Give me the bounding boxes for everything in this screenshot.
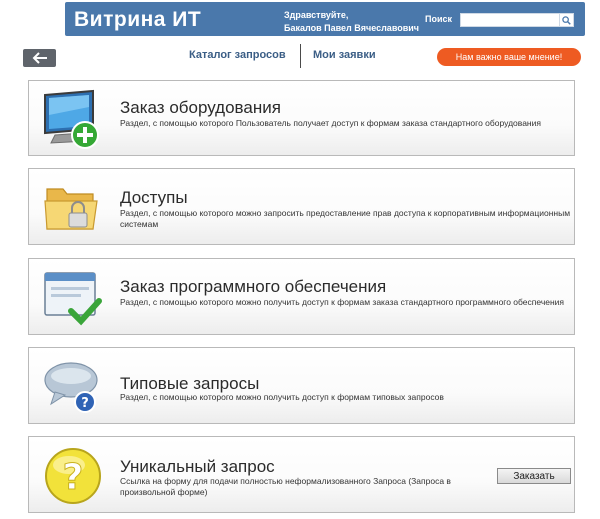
card-software[interactable]: Заказ программного обеспечения Раздел, с… (28, 258, 575, 335)
back-button[interactable] (23, 49, 56, 67)
monitor-plus-icon (41, 89, 105, 156)
card-title[interactable]: Типовые запросы (120, 374, 259, 394)
search-label: Поиск (425, 14, 453, 24)
speech-bubble-question-icon: ? (41, 358, 105, 421)
tab-catalog[interactable]: Каталог запросов (189, 49, 286, 61)
tab-my-requests[interactable]: Мои заявки (313, 49, 376, 61)
card-title[interactable]: Доступы (120, 188, 188, 208)
user-name: Бакалов Павел Вячеславович (284, 23, 420, 33)
question-mark-icon: ? (41, 445, 105, 512)
search-button[interactable] (559, 13, 574, 27)
order-button[interactable]: Заказать (497, 468, 571, 484)
feedback-button[interactable]: Нам важно ваше мнение! (437, 48, 581, 66)
card-unique-request[interactable]: ? Уникальный запрос Ссылка на форму для … (28, 436, 575, 513)
search-icon (562, 15, 571, 25)
svg-text:?: ? (63, 457, 84, 498)
brand-title[interactable]: Витрина ИТ (74, 8, 201, 32)
card-title[interactable]: Заказ оборудования (120, 98, 281, 118)
user-greeting: Здравствуйте, Бакалов Павел Вячеславович (284, 9, 419, 35)
search-input[interactable] (460, 13, 568, 27)
window-check-icon (41, 267, 105, 334)
card-equipment[interactable]: Заказ оборудования Раздел, с помощью кот… (28, 80, 575, 156)
card-description: Ссылка на форму для подачи полностью неф… (120, 476, 451, 497)
card-description: Раздел, с помощью которого можно запроси… (120, 208, 571, 229)
card-access[interactable]: Доступы Раздел, с помощью которого можно… (28, 168, 575, 245)
folder-lock-icon (41, 179, 103, 242)
greeting-line: Здравствуйте, (284, 10, 349, 20)
header-bar: Витрина ИТ Здравствуйте, Бакалов Павел В… (65, 2, 585, 36)
card-description: Раздел, с помощью которого можно получит… (120, 297, 565, 307)
card-title[interactable]: Уникальный запрос (120, 457, 275, 477)
svg-text:?: ? (81, 396, 89, 411)
tab-divider (300, 44, 301, 68)
card-typical-requests[interactable]: ? Типовые запросы Раздел, с помощью кото… (28, 347, 575, 424)
card-title[interactable]: Заказ программного обеспечения (120, 277, 386, 297)
card-description: Раздел, с помощью которого Пользователь … (120, 118, 541, 128)
arrow-left-icon (32, 52, 47, 64)
card-description: Раздел, с помощью которого можно получит… (120, 392, 444, 402)
